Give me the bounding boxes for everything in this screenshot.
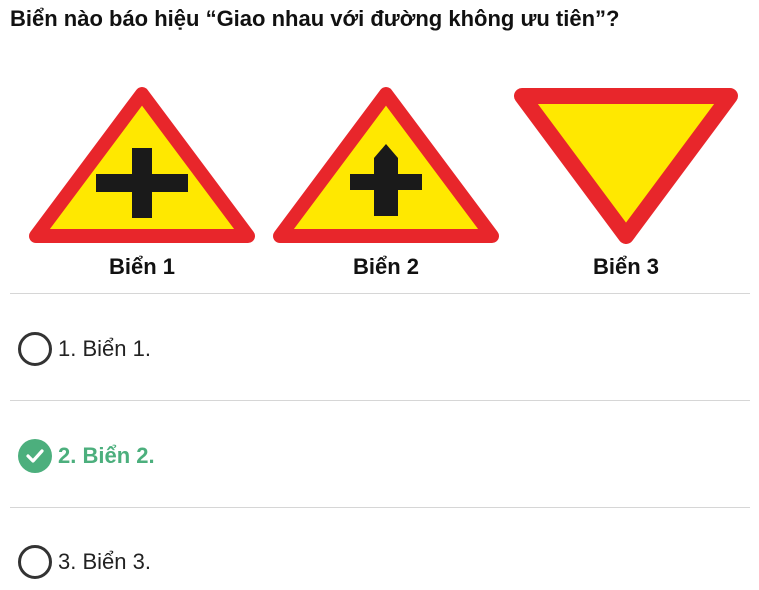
answer-option-label: 3. Biển 3. — [58, 549, 151, 574]
sign-caption-3: Biển 3 — [592, 254, 660, 279]
sign-images: Biển 1 Biển 2 Biển 3 — [0, 86, 759, 286]
divider — [10, 400, 750, 401]
answer-option-3[interactable]: 3. Biển 3. — [18, 542, 151, 582]
radio-unchecked-icon[interactable] — [18, 332, 52, 366]
divider — [10, 293, 750, 294]
give-way-inverted-triangle-icon — [512, 86, 740, 244]
question-text: Biển nào báo hiệu “Giao nhau với đường k… — [10, 6, 620, 31]
answer-option-1[interactable]: 1. Biển 1. — [18, 329, 151, 369]
priority-road-junction-triangle-icon — [272, 86, 500, 244]
checkmark-icon — [26, 449, 44, 463]
crossroad-warning-triangle-icon — [28, 86, 256, 244]
answer-option-label: 1. Biển 1. — [58, 336, 151, 361]
answer-option-2[interactable]: 2. Biển 2. — [18, 436, 155, 476]
answer-option-label: 2. Biển 2. — [58, 443, 155, 468]
divider — [10, 507, 750, 508]
sign-caption-2: Biển 2 — [352, 254, 420, 279]
radio-checked-icon[interactable] — [18, 439, 52, 473]
radio-unchecked-icon[interactable] — [18, 545, 52, 579]
sign-caption-1: Biển 1 — [108, 254, 176, 279]
